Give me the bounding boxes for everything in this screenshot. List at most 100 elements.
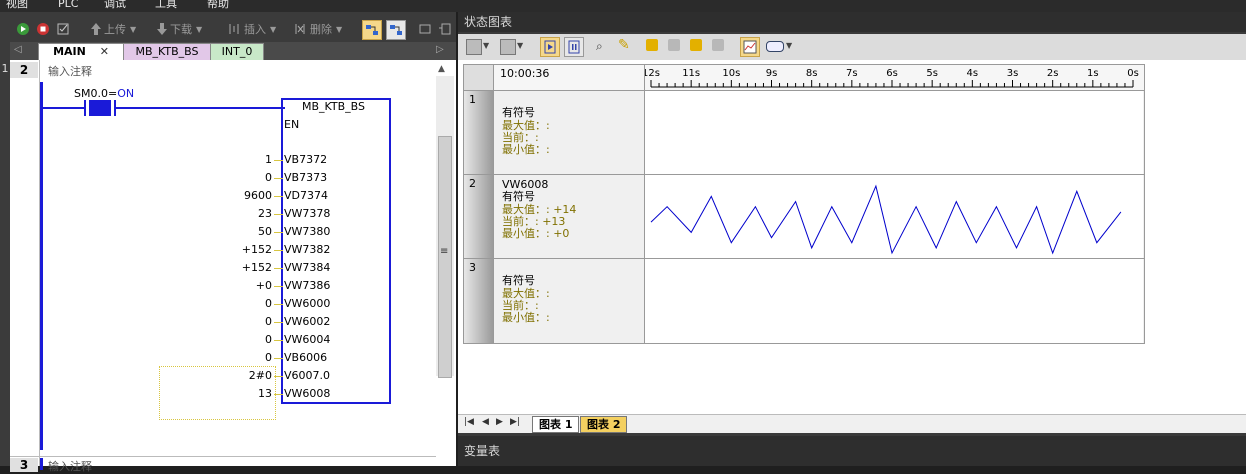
pencil-icon[interactable]: ✎ <box>618 37 630 53</box>
pin-wire <box>274 340 283 341</box>
status-monitor-icon[interactable] <box>386 20 406 40</box>
variable-table-title: 变量表 <box>464 444 501 458</box>
pin-address[interactable]: VB7372 <box>284 153 327 166</box>
time-axis: 12s 11s 10s 9s 8s 7s 6s 5s 4s 3s 2s 1s 0s <box>645 68 1139 88</box>
trend-plot-cell <box>645 259 1143 343</box>
pin-value: 0 <box>265 297 272 310</box>
pin-address[interactable]: VW6002 <box>284 315 330 328</box>
pin-address[interactable]: V6007.0 <box>284 369 330 382</box>
menu-plc[interactable]: PLC <box>58 0 78 9</box>
menu-bar: 视图 PLC 调试 工具 帮助 <box>0 0 1246 12</box>
row-min: 最小值：: +0 <box>502 228 569 240</box>
compile-icon[interactable] <box>56 21 70 37</box>
unlock-icon[interactable] <box>668 39 680 51</box>
tab-main[interactable]: MAIN ✕ <box>38 43 124 60</box>
comment-icon[interactable] <box>418 21 432 37</box>
row-min-label: 最小值： <box>502 143 546 156</box>
last-page-icon[interactable]: ▶| <box>510 417 520 427</box>
pause-icon[interactable] <box>564 37 584 57</box>
pin-value: 0 <box>265 171 272 184</box>
chevron-down-icon: ▼ <box>336 24 343 34</box>
download-button[interactable]: 下载 ▼ <box>156 21 202 37</box>
time-tick-label: 8s <box>806 68 818 79</box>
pin-value: +152 <box>241 243 272 256</box>
pin-address[interactable]: VW7386 <box>284 279 330 292</box>
pin-value: +152 <box>241 261 272 274</box>
menu-tools[interactable]: 工具 <box>155 0 177 9</box>
chevron-down-icon: ▼ <box>270 24 277 34</box>
pin-wire <box>274 232 283 233</box>
tab-scroll-left-icon[interactable]: ◁ <box>14 44 22 55</box>
chevron-down-icon[interactable]: ▼ <box>786 41 792 50</box>
delete-button[interactable]: 删除 ▼ <box>294 21 342 37</box>
status-chart-panel: 状态图表 ▼ ▼ ⌕ ✎ ▼ 10:00:36 12s 11s 10s 9s 8s 7s 6… <box>458 12 1246 466</box>
glasses-icon[interactable]: ⌕ <box>596 39 603 54</box>
trend-row[interactable]: 3 有符号 最大值：: 当前：: 最小值：: <box>463 258 1145 344</box>
vertical-scrollbar[interactable]: ≡ <box>436 76 454 378</box>
tab-chart-2[interactable]: 图表 2 <box>580 416 628 433</box>
header-corner <box>464 65 494 91</box>
row-min: 最小值：: <box>502 144 550 156</box>
pin-wire <box>274 268 283 269</box>
pin-wire <box>274 286 283 287</box>
pin-address[interactable]: VW6000 <box>284 297 330 310</box>
tab-mb-ktb-bs[interactable]: MB_KTB_BS <box>123 43 211 60</box>
status-chart-title: 状态图表 <box>458 12 1246 32</box>
pin-address[interactable]: VB6006 <box>284 351 327 364</box>
tab-int-0[interactable]: INT_0 <box>210 43 264 60</box>
close-icon[interactable]: ✕ <box>100 45 109 58</box>
pin-address[interactable]: VB7373 <box>284 171 327 184</box>
chevron-down-icon: ▼ <box>130 24 137 34</box>
stop-icon[interactable] <box>36 21 50 37</box>
pin-address[interactable]: VW7384 <box>284 261 330 274</box>
pin-address[interactable]: VD7374 <box>284 189 328 202</box>
tab-chart-1[interactable]: 图表 1 <box>532 416 580 433</box>
chevron-down-icon[interactable]: ▼ <box>517 41 523 50</box>
editor-toolbar: 上传 ▼ 下载 ▼ 插入 ▼ 删除 ▼ <box>10 18 456 40</box>
prev-page-icon[interactable]: ◀ <box>482 417 489 427</box>
pin-address[interactable]: VW7380 <box>284 225 330 238</box>
row-number: 3 <box>469 261 476 274</box>
chevron-down-icon[interactable]: ▼ <box>483 41 489 50</box>
pin-address[interactable]: VW6004 <box>284 333 330 346</box>
trend-view-icon[interactable] <box>740 37 760 57</box>
rung-comment[interactable]: 输入注释 <box>48 63 92 79</box>
upload-button[interactable]: 上传 ▼ <box>90 21 136 37</box>
time-tick-label: 1s <box>1087 68 1099 79</box>
add-icon[interactable] <box>466 39 482 55</box>
lock-all-icon[interactable] <box>690 39 702 51</box>
trend-time: 10:00:36 <box>500 67 550 80</box>
rung-number: 2 <box>10 62 38 78</box>
tag-icon[interactable] <box>766 41 784 52</box>
pin-wire <box>274 196 283 197</box>
play-icon[interactable] <box>540 37 560 57</box>
pin-address[interactable]: VW7382 <box>284 243 330 256</box>
insert-row-icon[interactable] <box>500 39 516 55</box>
rung-comment[interactable]: 输入注释 <box>48 458 92 474</box>
menu-debug[interactable]: 调试 <box>104 0 126 9</box>
next-page-icon[interactable]: ▶ <box>496 417 503 427</box>
lock-icon[interactable] <box>646 39 658 51</box>
first-page-icon[interactable]: |◀ <box>464 417 474 427</box>
menu-help[interactable]: 帮助 <box>207 0 229 9</box>
trend-row[interactable]: 1 有符号 最大值：: 当前：: 最小值：: <box>463 90 1145 176</box>
ladder-editor[interactable]: 2 输入注释 ▲ SM0.0=ON MB_KTB_BS EN ≡ 3 输入注释 … <box>10 60 456 473</box>
pin-value: 0 <box>265 333 272 346</box>
pin-address[interactable]: VW6008 <box>284 387 330 400</box>
block-name: MB_KTB_BS <box>302 100 365 113</box>
row-max-value: : <box>546 119 550 132</box>
tab-scroll-right-icon[interactable]: ▷ <box>436 44 444 55</box>
run-icon[interactable] <box>16 21 30 37</box>
insert-button[interactable]: 插入 ▼ <box>228 21 276 37</box>
scroll-up-icon[interactable]: ▲ <box>438 64 445 74</box>
pin-address[interactable]: VW7378 <box>284 207 330 220</box>
read-all-icon[interactable] <box>712 39 724 51</box>
pin-value: 0 <box>265 315 272 328</box>
trend-row[interactable]: 2 VW6008 有符号 最大值：: +14 当前：: +13 最小值：: +0 <box>463 174 1145 260</box>
scroll-thumb[interactable] <box>438 136 452 378</box>
network-view-icon[interactable] <box>362 20 382 40</box>
pin-value: 9600 <box>244 189 272 202</box>
time-tick-label: 3s <box>1007 68 1019 79</box>
menu-view[interactable]: 视图 <box>6 0 28 9</box>
symbol-icon[interactable] <box>438 21 452 37</box>
